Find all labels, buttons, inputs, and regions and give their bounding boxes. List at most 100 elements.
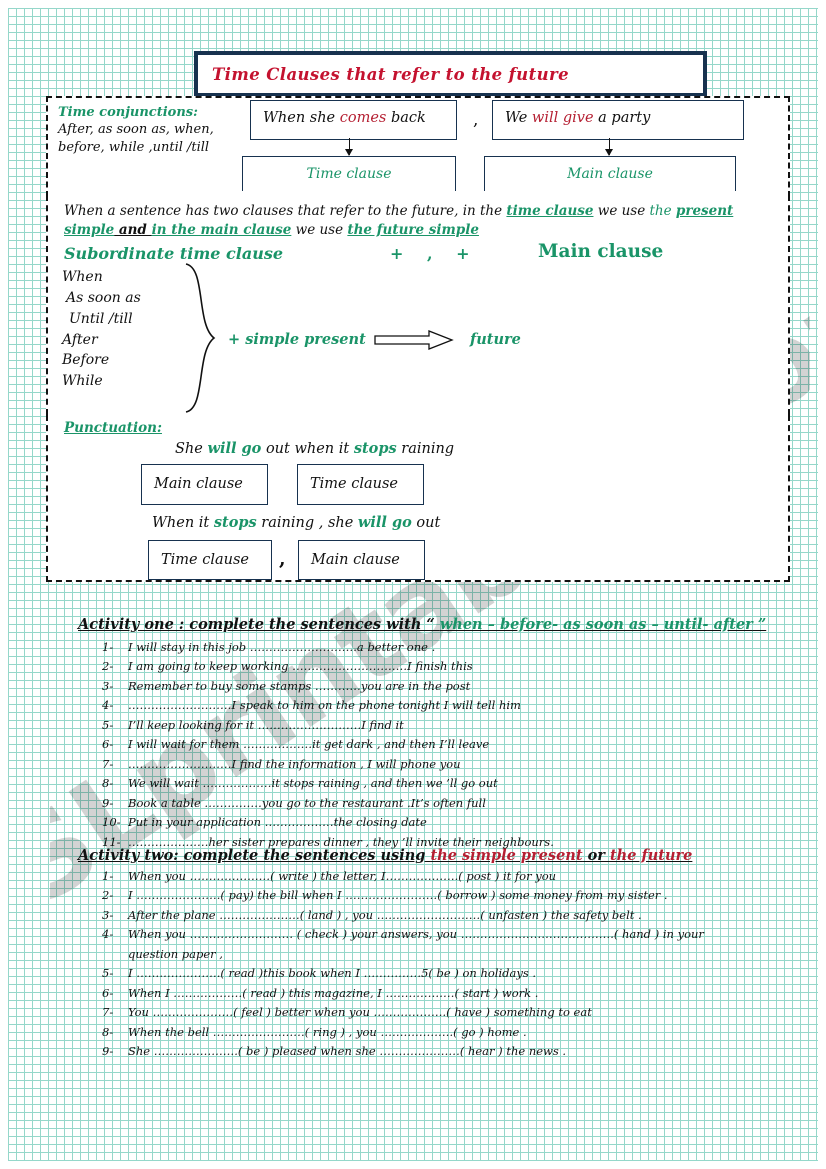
page-title-box: Time Clauses that refer to the future [194,51,707,97]
pex2-a: When it [152,515,214,531]
item-text: I am going to keep working …………………………I f… [128,659,473,674]
item-text: Book a table ……………you go to the restaura… [128,795,486,810]
act1-head-tail: ” [752,616,767,633]
item-text: ………………………I speak to him on the phone ton… [128,698,521,713]
list-item: 10- Put in your application ………………the clo… [102,815,792,830]
act2-head-future: the future [609,847,693,864]
pex1-verb-1: will go [207,440,262,457]
label-main-clause: Main clause [567,166,653,182]
rule-and: and [114,222,152,239]
item-number: 1- [102,869,114,883]
item-number: 6- [102,985,114,1000]
item-text: ………………………I find the information , I will… [128,756,461,771]
example-main-clause-box: We will give a party [492,100,744,140]
item-number [102,947,128,962]
item-text: I will stay in this job ……………………….a bett… [128,640,436,654]
pex2-verb-1: stops [213,514,257,531]
act2-head-simple-present: the simple present [430,847,583,864]
time-conjunctions-heading: Time conjunctions: [58,105,198,120]
item-number: 5- [102,717,114,732]
item-number: 3- [102,678,114,693]
formula-future: future [470,331,521,348]
item-text: When you …………………( write ) the letter, I…… [128,869,557,883]
item-number: 9- [102,795,114,810]
list-item: 5- I’ll keep looking for it ………………………I fi… [102,718,792,733]
main-clause-heading: Main clause [538,241,664,262]
item-text: Remember to buy some stamps …………you are … [128,678,471,693]
punct-box-main-clause-1: Main clause [141,464,268,505]
list-item: 3- Remember to buy some stamps …………you ar… [102,679,792,694]
curly-brace-icon [185,263,216,413]
item-number: 9- [102,1044,114,1059]
item-number: 6- [102,737,114,752]
item-text: We will wait ………………it stops raining , an… [128,776,498,791]
worksheet-page: Time Clauses that refer to the future Ti… [0,0,826,1169]
item-number: 3- [102,907,114,922]
activity-two-question-list: 1- When you …………………( write ) the letter, … [102,869,802,1064]
example-tc-pre: When she [263,110,340,126]
item-number: 5- [102,966,114,981]
item-text: You …………………( feel ) better when you …………… [128,1005,592,1020]
arrow-down-icon-main-clause [605,138,613,156]
item-number: 7- [102,756,114,771]
act1-head-options: when – before- as soon as – until- after [439,616,753,633]
item-text: After the plane …………………( land ) , you ……… [128,907,642,922]
item-number: 8- [102,776,114,791]
punct-separator-comma: , [279,548,286,570]
rule-part-3: we use [593,203,650,219]
item-text: I will wait for them ………………it get dark ,… [128,737,490,752]
rule-main-clause-term: in the main clause [151,222,292,239]
list-item: 9- She ………………….( be ) pleased when she ……… [102,1044,802,1059]
item-text: She ………………….( be ) pleased when she …………… [128,1044,567,1059]
act2-head-plain: Activity two: complete the sentences usi… [78,847,431,864]
example-separator-comma: , [473,110,479,130]
list-item: 3- After the plane …………………( land ) , you … [102,908,802,923]
time-conjunctions-line-2: before, while ,until /till [58,139,210,155]
rule-future-simple-term: the future simple [347,222,479,239]
example-mc-verb: will give [531,110,594,126]
rule-part-1: When a sentence has two clauses that ref… [64,203,507,219]
rule-paragraph: When a sentence has two clauses that ref… [64,202,770,240]
arrow-right-icon [374,330,454,350]
formula-simple-present: + simple present [228,331,366,348]
punct-box-main-clause-2: Main clause [298,540,425,580]
activity-two-heading: Activity two: complete the sentences usi… [78,847,692,864]
list-item: 4- ………………………I speak to him on the phone t… [102,698,792,713]
punct-box-time-clause-2: Time clause [148,540,272,580]
punct-box-time-clause-1: Time clause [297,464,424,505]
item-text: Put in your application ………………the closin… [128,815,427,830]
list-item: 1- I will stay in this job ……………………….a be… [102,640,792,655]
list-item: 2- I ………………….( pay) the bill when I ……………… [102,888,802,903]
list-item: 8- We will wait ………………it stops raining , … [102,776,792,791]
item-number: 7- [102,1005,114,1020]
punct-label-time-1: Time clause [310,476,399,492]
example-mc-pre: We [505,110,532,126]
list-item: 6- When I ………………( read ) this magazine, I… [102,986,802,1001]
pex1-verb-2: stops [353,440,397,457]
item-text: I ………………….( pay) the bill when I …………………… [128,888,668,903]
time-conjunctions-line-1: After, as soon as, when, [58,122,214,138]
rule-time-clause-term: time clause [506,203,594,219]
pex1-c: out when it [261,441,354,457]
pex2-verb-2: will go [357,514,412,531]
time-conjunctions-block: Time conjunctions: After, as soon as, wh… [58,104,233,156]
example-main-clause-sentence: We will give a party [493,101,743,126]
example-tc-post: back [386,110,426,126]
rule-part-8: we use [291,222,348,239]
activity-one-question-list: 1- I will stay in this job ……………………….a be… [102,640,792,854]
item-text: question paper , [128,946,223,961]
item-text: When you ……………………… ( check ) your answer… [128,927,704,942]
example-time-clause-box: When she comes back [250,100,457,140]
item-number: 8- [102,1024,114,1039]
act2-head-or: or [582,847,610,864]
punct-label-main-1: Main clause [154,476,243,492]
example-time-clause-sentence: When she comes back [251,101,456,126]
example-tc-verb: comes [339,110,387,126]
list-item: question paper , [102,947,802,962]
activity-one-heading: Activity one : complete the sentences wi… [78,616,766,633]
list-item: 2- I am going to keep working …………………………I… [102,659,792,674]
label-time-clause: Time clause [306,166,392,182]
list-item: 8- When the bell ……………………( ring ) , you …… [102,1025,802,1040]
label-box-time-clause: Time clause [242,156,456,191]
item-text: I ………………….( read )this book when I ……………… [128,966,537,981]
